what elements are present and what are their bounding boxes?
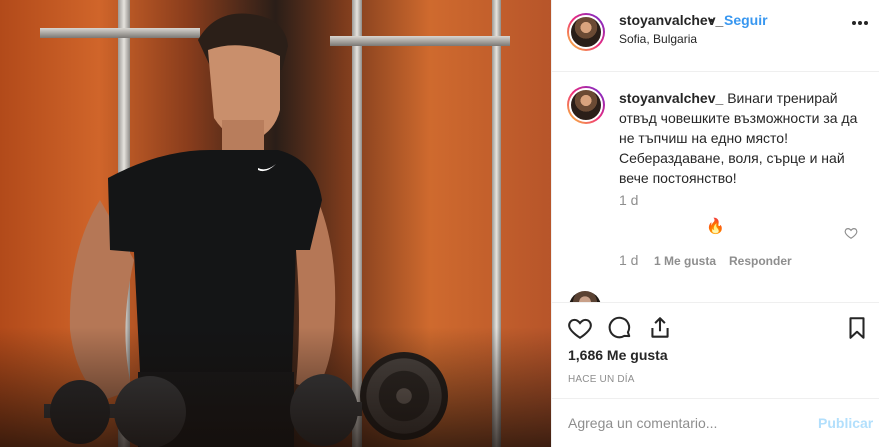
location-link[interactable]: Sofia, Bulgaria: [619, 32, 697, 46]
comment-timestamp[interactable]: 1 d: [619, 252, 638, 268]
comment-likes-count[interactable]: 1 Me gusta: [654, 254, 716, 268]
bookmark-icon[interactable]: [844, 315, 870, 341]
publish-button[interactable]: Publicar: [818, 415, 873, 431]
separator-dot: •: [709, 12, 714, 28]
post-age[interactable]: HACE UN DÍA: [568, 374, 635, 385]
share-icon[interactable]: [647, 315, 673, 341]
avatar[interactable]: [569, 15, 603, 49]
follow-button[interactable]: Seguir: [724, 12, 768, 28]
more-options-icon[interactable]: [852, 21, 868, 27]
likes-count[interactable]: 1,686 Me gusta: [568, 347, 668, 363]
post-caption: stoyanvalchev_ Винаги тренирай отвъд чов…: [619, 88, 864, 188]
reply-button[interactable]: Responder: [729, 254, 792, 268]
post-photo[interactable]: [0, 0, 551, 447]
comment-like-heart-icon[interactable]: [844, 226, 858, 240]
post-header: stoyanvalchev_ • Seguir Sofia, Bulgaria: [552, 0, 879, 72]
comments-list[interactable]: stoyanvalchev_ Винаги тренирай отвъд чов…: [552, 72, 879, 302]
username-link[interactable]: stoyanvalchev_: [619, 12, 723, 28]
comment-text: 🔥: [706, 218, 725, 235]
photo-shade: [0, 327, 551, 447]
action-bar: [552, 302, 879, 348]
caption-username[interactable]: stoyanvalchev_: [619, 90, 723, 106]
avatar[interactable]: [569, 291, 601, 302]
comment-input[interactable]: [568, 411, 808, 435]
avatar[interactable]: [569, 88, 603, 122]
comment-bubble-icon[interactable]: [607, 315, 633, 341]
post-side-panel: stoyanvalchev_ • Seguir Sofia, Bulgaria …: [551, 0, 879, 447]
comment-composer: Publicar: [552, 398, 879, 447]
caption-timestamp[interactable]: 1 d: [619, 192, 638, 208]
heart-icon[interactable]: [567, 315, 593, 341]
